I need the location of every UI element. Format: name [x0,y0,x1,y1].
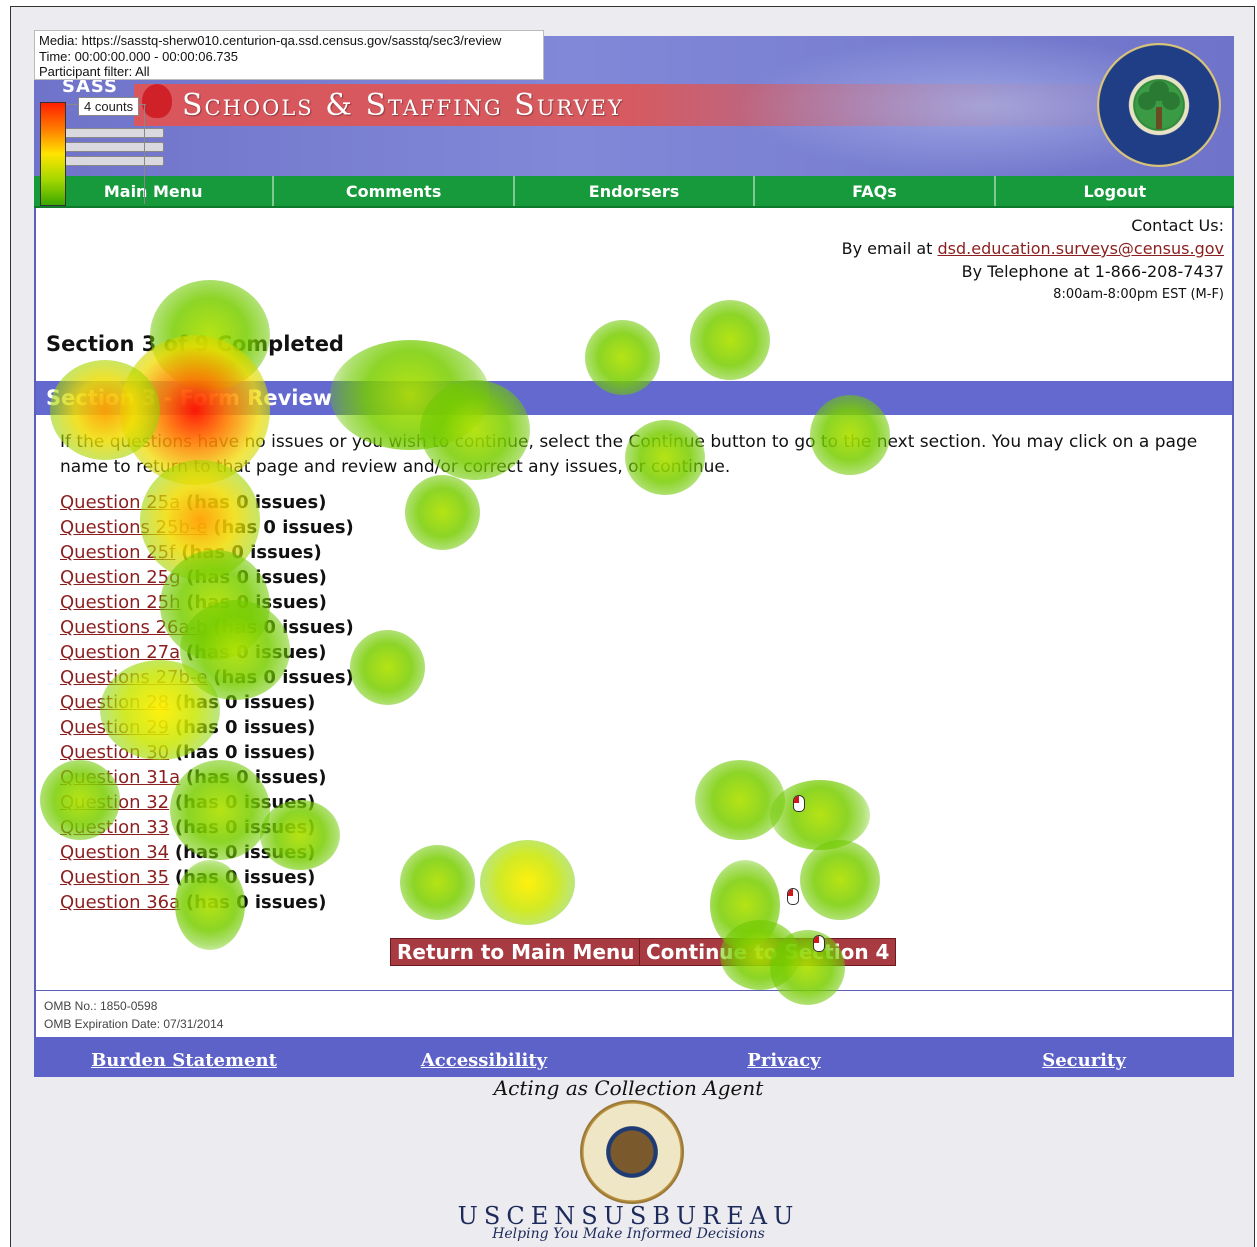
question-issue-count: (has 0 issues) [174,842,316,863]
question-link[interactable]: Question 32 [60,792,169,813]
question-issue-count: (has 0 issues) [181,542,322,563]
question-link[interactable]: Question 36a [60,892,180,913]
omb-number: OMB No.: 1850-0598 [44,999,158,1013]
contact-heading: Contact Us: [1131,216,1224,235]
question-link[interactable]: Question 28 [60,692,169,713]
question-link[interactable]: Question 29 [60,717,169,738]
email-prefix: By email at [841,239,938,258]
omb-info: OMB No.: 1850-0598 OMB Expiration Date: … [34,990,1234,1037]
footer-link-burden-statement[interactable]: Burden Statement [34,1037,334,1077]
omb-expiration: OMB Expiration Date: 07/31/2014 [44,1017,224,1031]
continue-button[interactable]: Continue to Section 4 [639,938,897,966]
legend-divider [144,104,145,204]
footer-nav: Burden Statement Accessibility Privacy S… [34,1037,1234,1077]
question-list-item: Question 32 (has 0 issues) [60,790,354,815]
census-bureau-tagline: Helping You Make Informed Decisions [492,1226,765,1242]
question-link[interactable]: Question 35 [60,867,169,888]
heatmap-color-scale [40,102,66,206]
collection-agent-text: Acting as Collection Agent [493,1076,764,1100]
question-link[interactable]: Questions 26a-b [60,617,207,638]
question-issue-count: (has 0 issues) [174,742,316,763]
question-list-item: Question 29 (has 0 issues) [60,715,354,740]
question-issue-count: (has 0 issues) [185,892,327,913]
question-list-item: Question 35 (has 0 issues) [60,865,354,890]
question-issue-count: (has 0 issues) [213,667,354,688]
department-of-commerce-seal-icon [580,1100,684,1204]
question-link[interactable]: Question 30 [60,742,169,763]
question-list-item: Question 25f (has 0 issues) [60,540,354,565]
heatmap-legend: 4 counts [36,92,146,208]
question-issue-count: (has 0 issues) [174,792,316,813]
question-list-item: Question 25h (has 0 issues) [60,590,354,615]
nav-comments[interactable]: Comments [272,176,512,206]
nav-logout[interactable]: Logout [993,176,1234,206]
footer-link-accessibility[interactable]: Accessibility [334,1037,634,1077]
question-issue-count: (has 0 issues) [174,717,316,738]
survey-title: Schools & Staffing Survey [182,88,624,123]
question-link[interactable]: Question 31a [60,767,180,788]
nav-faqs[interactable]: FAQs [753,176,993,206]
question-issue-count: (has 0 issues) [186,592,327,613]
contact-phone: By Telephone at 1-866-208-7437 [961,262,1224,281]
question-issue-count: (has 0 issues) [186,567,327,588]
question-link[interactable]: Question 27a [60,642,180,663]
department-of-education-seal-icon [1097,43,1221,167]
main-nav: Main Menu Comments Endorsers FAQs Logout [34,176,1234,208]
question-link[interactable]: Question 25g [60,567,181,588]
question-list-item: Questions 27b-e (has 0 issues) [60,665,354,690]
question-list-item: Questions 25b-e (has 0 issues) [60,515,354,540]
question-issue-count: (has 0 issues) [185,642,327,663]
question-link[interactable]: Question 25h [60,592,181,613]
question-list-item: Questions 26a-b (has 0 issues) [60,615,354,640]
question-list-item: Question 25a (has 0 issues) [60,490,354,515]
nav-endorsers[interactable]: Endorsers [512,176,753,206]
legend-count-label: 4 counts [78,97,140,116]
heatmap-media-info: Media: https://sasstq-sherw010.centurion… [34,30,544,80]
return-to-main-menu-button[interactable]: Return to Main Menu [390,938,642,966]
progress-status: Section 3 of 9 Completed [46,332,344,356]
question-issue-count: (has 0 issues) [185,767,327,788]
question-list-item: Question 30 (has 0 issues) [60,740,354,765]
question-link[interactable]: Questions 27b-e [60,667,208,688]
question-list-item: Question 28 (has 0 issues) [60,690,354,715]
question-list-item: Question 36a (has 0 issues) [60,890,354,915]
question-issue-count: (has 0 issues) [213,617,354,638]
question-list-item: Question 27a (has 0 issues) [60,640,354,665]
contact-hours: 8:00am-8:00pm EST (M-F) [1053,287,1224,302]
contact-info: Contact Us: By email at dsd.education.su… [842,214,1224,306]
footer-link-security[interactable]: Security [934,1037,1234,1077]
apple-icon [142,84,172,118]
question-issue-count: (has 0 issues) [174,692,316,713]
question-issue-count: (has 0 issues) [174,817,316,838]
contact-email-link[interactable]: dsd.education.surveys@census.gov [938,239,1224,258]
question-issue-count: (has 0 issues) [174,867,316,888]
question-list: Question 25a (has 0 issues) Questions 25b… [60,490,354,915]
participant-filter: Participant filter: All [39,64,150,79]
question-link[interactable]: Questions 25b-e [60,517,208,538]
question-list-item: Question 25g (has 0 issues) [60,565,354,590]
question-link[interactable]: Question 34 [60,842,169,863]
question-link[interactable]: Question 33 [60,817,169,838]
question-list-item: Question 33 (has 0 issues) [60,815,354,840]
media-url: Media: https://sasstq-sherw010.centurion… [39,33,502,48]
contact-email-line: By email at dsd.education.surveys@census… [842,237,1224,260]
question-list-item: Question 31a (has 0 issues) [60,765,354,790]
question-link[interactable]: Question 25f [60,542,175,563]
main-content: Contact Us: By email at dsd.education.su… [34,208,1234,990]
time-range: Time: 00:00:00.000 - 00:00:06.735 [39,48,238,64]
question-list-item: Question 34 (has 0 issues) [60,840,354,865]
banner-glow [734,36,1154,176]
intro-text: If the questions have no issues or you w… [60,432,1198,477]
question-issue-count: (has 0 issues) [185,492,327,513]
footer-link-privacy[interactable]: Privacy [634,1037,934,1077]
section-title-bar: Section 3 - Form Review [36,381,1232,415]
question-issue-count: (has 0 issues) [213,517,354,538]
question-link[interactable]: Question 25a [60,492,180,513]
